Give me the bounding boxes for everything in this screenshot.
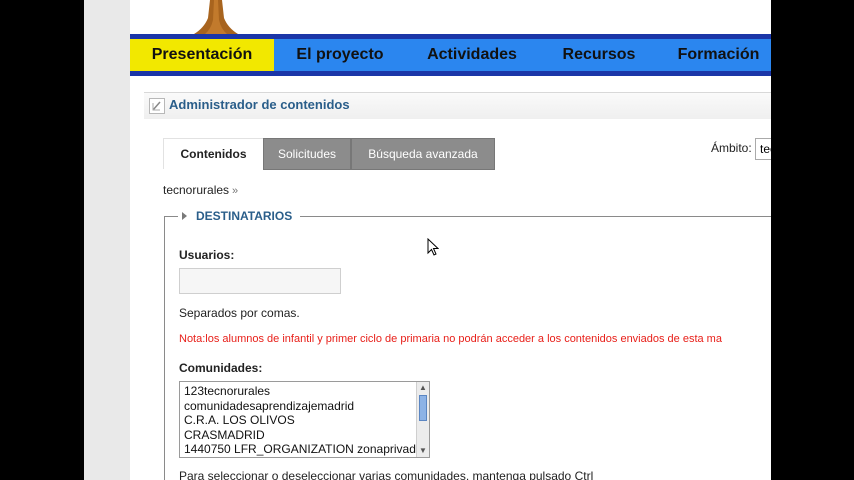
- tab-solicitudes[interactable]: Solicitudes: [263, 138, 351, 170]
- scroll-down-icon[interactable]: ▼: [418, 446, 428, 456]
- users-label: Usuarios:: [179, 248, 235, 262]
- nav-item-actividades[interactable]: Actividades: [414, 39, 530, 71]
- panel-title: Administrador de contenidos: [169, 97, 350, 112]
- page-margin: [84, 0, 130, 480]
- mouse-pointer-icon: [427, 238, 439, 256]
- panel-header: Administrador de contenidos: [144, 92, 771, 119]
- document-icon: [149, 98, 165, 114]
- nav-item-el-proyecto[interactable]: El proyecto: [285, 39, 395, 71]
- scope-select[interactable]: tec: [755, 138, 771, 160]
- scrollbar-thumb[interactable]: [419, 395, 427, 421]
- list-item[interactable]: comunidadesaprendizajemadrid: [184, 399, 354, 413]
- page: Presentación El proyecto Actividades Rec…: [130, 0, 771, 480]
- list-item[interactable]: CRASMADRID: [184, 428, 265, 442]
- warning-note: Nota:los alumnos de infantil y primer ci…: [179, 333, 722, 345]
- main-nav: Presentación El proyecto Actividades Rec…: [130, 34, 771, 76]
- list-item[interactable]: C.R.A. LOS OLIVOS: [184, 413, 295, 427]
- scroll-up-icon[interactable]: ▲: [418, 383, 428, 393]
- tree-logo: [194, 0, 238, 34]
- users-hint: Separados por comas.: [179, 306, 300, 320]
- main-nav-bar: Presentación El proyecto Actividades Rec…: [130, 39, 771, 71]
- breadcrumb-item[interactable]: tecnorurales: [163, 183, 229, 197]
- video-letterbox-left: [0, 0, 84, 480]
- recipients-legend[interactable]: DESTINATARIOS: [178, 209, 301, 223]
- video-letterbox-right: [771, 0, 854, 480]
- tab-contenidos[interactable]: Contenidos: [163, 138, 264, 169]
- listbox-scrollbar[interactable]: ▲ ▼: [416, 382, 429, 457]
- communities-listbox[interactable]: 123tecnorurales comunidadesaprendizajema…: [179, 381, 430, 458]
- list-item[interactable]: 1440750 LFR_ORGANIZATION zonaprivad: [184, 442, 416, 456]
- recipients-title: DESTINATARIOS: [196, 209, 293, 223]
- list-item[interactable]: 123tecnorurales: [184, 384, 270, 398]
- site-header: [130, 0, 771, 34]
- expand-arrow-icon: [182, 212, 187, 220]
- breadcrumb-separator: »: [232, 185, 239, 197]
- scope-label: Ámbito:: [711, 141, 752, 155]
- nav-item-presentacion[interactable]: Presentación: [130, 39, 274, 71]
- breadcrumb: tecnorurales»: [163, 183, 238, 197]
- users-input[interactable]: [179, 268, 341, 294]
- nav-item-formacion[interactable]: Formación: [666, 39, 771, 71]
- communities-hint: Para seleccionar o deseleccionar varias …: [179, 469, 594, 480]
- tab-busqueda-avanzada[interactable]: Búsqueda avanzada: [351, 138, 495, 170]
- communities-label: Comunidades:: [179, 361, 263, 375]
- nav-item-recursos[interactable]: Recursos: [550, 39, 648, 71]
